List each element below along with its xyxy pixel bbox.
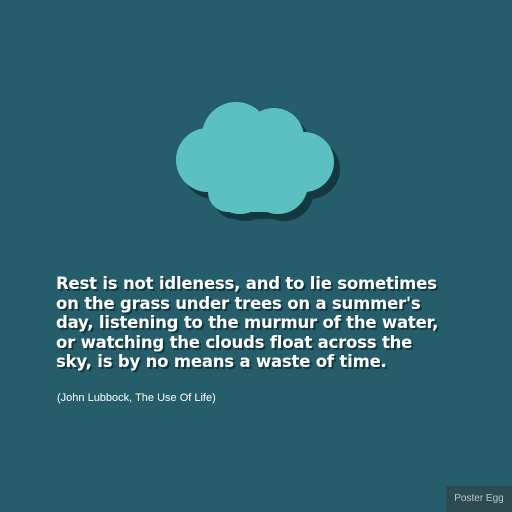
cloud-icon — [168, 96, 344, 224]
quote-attribution: (John Lubbock, The Use Of Life) — [57, 392, 216, 404]
cloud-illustration — [176, 102, 340, 221]
quote-line: on the grass under trees on a summer's — [56, 293, 421, 313]
quote-line: day, listening to the murmur of the wate… — [56, 313, 439, 332]
quote-line: sky, is by no means a waste of time. — [56, 352, 387, 371]
quote-line: Rest is not idleness, and to lie sometim… — [56, 274, 437, 293]
quote-line: or watching the clouds float across the — [56, 332, 413, 352]
poster-egg-watermark[interactable]: Poster Egg — [446, 486, 512, 512]
quote-text: Rest is not idleness, and to lie sometim… — [56, 274, 466, 372]
